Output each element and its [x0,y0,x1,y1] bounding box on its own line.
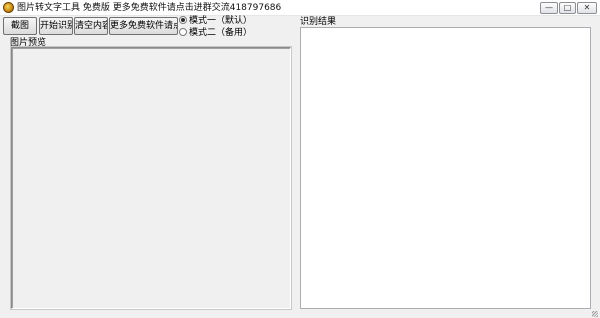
mode-option-1[interactable]: 模式一（默认） [179,16,252,27]
screenshot-button[interactable]: 截图 [3,17,37,35]
image-preview-panel [11,47,291,309]
status-bar [0,311,600,318]
close-button[interactable]: ✕ [577,2,597,14]
result-label: 识别结果 [300,17,337,27]
start-recognition-button[interactable]: 开始识别 [39,17,73,35]
mode-option-2-label: 模式二（备用） [189,28,253,38]
mode-option-1-label: 模式一（默认） [189,16,253,26]
result-text-area[interactable] [300,27,591,309]
title-bar: 图片转文字工具 免费版 更多免费软件请点击进群交流418797686 — □ ✕ [0,0,600,16]
resize-grip-icon[interactable] [592,311,598,317]
clear-content-button[interactable]: 清空内容 [74,17,108,35]
maximize-button[interactable]: □ [559,2,576,14]
more-software-button[interactable]: 更多免费软件请点击 [109,17,178,35]
radio-selected-icon[interactable] [179,16,187,24]
radio-unselected-icon[interactable] [179,28,187,36]
minimize-button[interactable]: — [540,2,558,14]
app-icon [3,2,14,13]
mode-option-2[interactable]: 模式二（备用） [179,28,252,39]
window-title: 图片转文字工具 免费版 更多免费软件请点击进群交流418797686 [17,3,282,13]
